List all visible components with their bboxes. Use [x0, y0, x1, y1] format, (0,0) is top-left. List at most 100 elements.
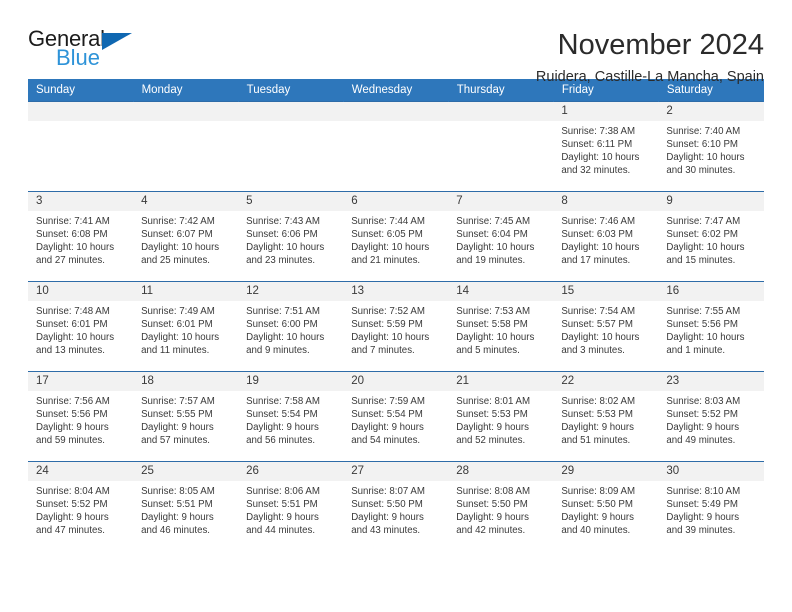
sunset-text: Sunset: 5:53 PM [561, 409, 633, 421]
day-cell-inner: 9 Sunrise: 7:47 AM Sunset: 6:02 PM Daylight… [658, 192, 764, 281]
daylight-text-line1: Daylight: 9 hours [351, 512, 424, 524]
daylight-text-line1: Daylight: 9 hours [36, 422, 109, 434]
day-details: Sunrise: 7:40 AM Sunset: 6:10 PM Daylight:… [658, 121, 763, 177]
day-details: Sunrise: 8:02 AM Sunset: 5:53 PM Daylight:… [553, 391, 658, 447]
daylight-text-line1: Daylight: 9 hours [561, 512, 635, 524]
sunrise-text: Sunrise: 7:53 AM [456, 306, 531, 317]
calendar-day-cell[interactable]: 29 Sunrise: 8:09 AM Sunset: 5:50 PM Dayligh… [553, 461, 659, 551]
calendar-day-cell[interactable]: 18 Sunrise: 7:57 AM Sunset: 5:55 PM Dayligh… [133, 371, 239, 462]
sunrise-text: Sunrise: 8:07 AM [351, 486, 425, 497]
calendar-day-cell[interactable]: 12 Sunrise: 7:51 AM Sunset: 6:00 PM Dayligh… [238, 281, 344, 372]
calendar-day-cell[interactable]: 27 Sunrise: 8:07 AM Sunset: 5:50 PM Dayligh… [343, 461, 449, 551]
sunrise-text: Sunrise: 8:01 AM [456, 396, 531, 407]
daylight-text-line1: Daylight: 9 hours [666, 512, 740, 524]
calendar-day-cell[interactable]: 4 Sunrise: 7:42 AM Sunset: 6:07 PM Daylight… [133, 191, 239, 282]
day-number [343, 102, 449, 121]
calendar-day-cell[interactable]: 28 Sunrise: 8:08 AM Sunset: 5:50 PM Dayligh… [448, 461, 554, 551]
calendar-day-cell[interactable]: 20 Sunrise: 7:59 AM Sunset: 5:54 PM Dayligh… [343, 371, 449, 462]
sunrise-text: Sunrise: 8:03 AM [666, 396, 741, 407]
calendar-day-cell[interactable]: 8 Sunrise: 7:46 AM Sunset: 6:03 PM Daylight… [553, 191, 659, 282]
sunrise-text: Sunrise: 7:47 AM [666, 216, 741, 227]
calendar-day-cell[interactable]: 11 Sunrise: 7:49 AM Sunset: 6:01 PM Dayligh… [133, 281, 239, 372]
sunset-text: Sunset: 5:50 PM [456, 499, 528, 511]
daylight-text-line2: and 49 minutes. [666, 435, 736, 447]
sunset-text: Sunset: 6:00 PM [246, 319, 318, 331]
daylight-text-line1: Daylight: 9 hours [246, 422, 319, 434]
calendar-day-cell[interactable]: 1 Sunrise: 7:38 AM Sunset: 6:11 PM Daylight… [553, 101, 659, 192]
daylight-text-line2: and 46 minutes. [141, 525, 210, 537]
calendar-day-cell[interactable]: 10 Sunrise: 7:48 AM Sunset: 6:01 PM Dayligh… [28, 281, 134, 372]
sunset-text: Sunset: 6:06 PM [246, 229, 318, 241]
calendar-day-cell[interactable]: 22 Sunrise: 8:02 AM Sunset: 5:53 PM Dayligh… [553, 371, 659, 462]
day-number: 8 [553, 192, 659, 211]
day-cell-inner: 19 Sunrise: 7:58 AM Sunset: 5:54 PM Dayligh… [238, 372, 344, 461]
day-details: Sunrise: 7:43 AM Sunset: 6:06 PM Daylight:… [238, 211, 343, 267]
day-details: Sunrise: 7:45 AM Sunset: 6:04 PM Daylight:… [448, 211, 553, 267]
daylight-text-line1: Daylight: 9 hours [141, 422, 214, 434]
daylight-text-line2: and 43 minutes. [351, 525, 421, 537]
calendar-day-cell[interactable]: 26 Sunrise: 8:06 AM Sunset: 5:51 PM Dayligh… [238, 461, 344, 551]
daylight-text-line2: and 15 minutes. [666, 255, 736, 267]
day-cell-inner: 30 Sunrise: 8:10 AM Sunset: 5:49 PM Dayligh… [658, 462, 764, 551]
sunrise-text: Sunrise: 7:58 AM [246, 396, 320, 407]
calendar-day-cell[interactable]: 5 Sunrise: 7:43 AM Sunset: 6:06 PM Daylight… [238, 191, 344, 282]
logo-triangle-icon [102, 33, 132, 50]
calendar-day-cell[interactable]: 16 Sunrise: 7:55 AM Sunset: 5:56 PM Dayligh… [658, 281, 764, 372]
calendar-body: 1 Sunrise: 7:38 AM Sunset: 6:11 PM Daylight… [28, 101, 764, 551]
calendar-day-cell[interactable]: 24 Sunrise: 8:04 AM Sunset: 5:52 PM Dayligh… [28, 461, 134, 551]
sunrise-text: Sunrise: 8:04 AM [36, 486, 110, 497]
day-cell-inner: 16 Sunrise: 7:55 AM Sunset: 5:56 PM Dayligh… [658, 282, 764, 371]
calendar-day-cell[interactable]: 30 Sunrise: 8:10 AM Sunset: 5:49 PM Dayligh… [658, 461, 764, 551]
day-cell-inner: 7 Sunrise: 7:45 AM Sunset: 6:04 PM Daylight… [448, 192, 554, 281]
calendar-day-cell[interactable]: 15 Sunrise: 7:54 AM Sunset: 5:57 PM Dayligh… [553, 281, 659, 372]
calendar-day-cell[interactable]: 21 Sunrise: 8:01 AM Sunset: 5:53 PM Dayligh… [448, 371, 554, 462]
calendar-day-cell[interactable]: 25 Sunrise: 8:05 AM Sunset: 5:51 PM Dayligh… [133, 461, 239, 551]
day-details: Sunrise: 8:03 AM Sunset: 5:52 PM Daylight:… [658, 391, 763, 447]
calendar-day-cell[interactable]: 9 Sunrise: 7:47 AM Sunset: 6:02 PM Daylight… [658, 191, 764, 282]
sunset-text: Sunset: 5:56 PM [36, 409, 108, 421]
sunset-text: Sunset: 6:03 PM [561, 229, 633, 241]
day-cell-inner: 23 Sunrise: 8:03 AM Sunset: 5:52 PM Dayligh… [658, 372, 764, 461]
daylight-text-line2: and 9 minutes. [246, 345, 310, 357]
sunrise-text: Sunrise: 7:44 AM [351, 216, 425, 227]
calendar-day-cell[interactable]: 13 Sunrise: 7:52 AM Sunset: 5:59 PM Dayligh… [343, 281, 449, 372]
sunset-text: Sunset: 5:49 PM [666, 499, 738, 511]
calendar-day-cell[interactable]: 2 Sunrise: 7:40 AM Sunset: 6:10 PM Daylight… [658, 101, 764, 192]
daylight-text-line2: and 23 minutes. [246, 255, 316, 267]
calendar-day-cell[interactable]: 7 Sunrise: 7:45 AM Sunset: 6:04 PM Daylight… [448, 191, 554, 282]
daylight-text-line1: Daylight: 9 hours [456, 422, 529, 434]
general-blue-logo[interactable]: General Blue [28, 28, 148, 74]
calendar-day-cell[interactable]: 19 Sunrise: 7:58 AM Sunset: 5:54 PM Dayligh… [238, 371, 344, 462]
calendar-cell-empty [343, 101, 449, 192]
day-cell-inner: 15 Sunrise: 7:54 AM Sunset: 5:57 PM Dayligh… [553, 282, 659, 371]
daylight-text-line1: Daylight: 10 hours [666, 332, 745, 344]
day-cell-inner: 28 Sunrise: 8:08 AM Sunset: 5:50 PM Dayligh… [448, 462, 554, 551]
sunset-text: Sunset: 6:10 PM [666, 139, 738, 151]
sunset-text: Sunset: 5:55 PM [141, 409, 213, 421]
day-number [238, 102, 344, 121]
calendar-cell-empty [133, 101, 239, 192]
day-details: Sunrise: 7:56 AM Sunset: 5:56 PM Daylight:… [28, 391, 133, 447]
calendar-day-cell[interactable]: 23 Sunrise: 8:03 AM Sunset: 5:52 PM Dayligh… [658, 371, 764, 462]
calendar-day-cell[interactable]: 17 Sunrise: 7:56 AM Sunset: 5:56 PM Dayligh… [28, 371, 134, 462]
sunset-text: Sunset: 5:53 PM [456, 409, 528, 421]
daylight-text-line1: Daylight: 10 hours [561, 332, 640, 344]
day-details: Sunrise: 7:42 AM Sunset: 6:07 PM Daylight:… [133, 211, 238, 267]
day-number: 12 [238, 282, 344, 301]
calendar-cell-empty [448, 101, 554, 192]
calendar-day-cell[interactable]: 6 Sunrise: 7:44 AM Sunset: 6:05 PM Daylight… [343, 191, 449, 282]
title-block: November 2024 Ruidera, Castille-La Manch… [536, 28, 764, 86]
sunset-text: Sunset: 5:52 PM [36, 499, 108, 511]
sunrise-text: Sunrise: 7:56 AM [36, 396, 110, 407]
calendar-day-cell[interactable]: 3 Sunrise: 7:41 AM Sunset: 6:08 PM Daylight… [28, 191, 134, 282]
day-cell-inner: 6 Sunrise: 7:44 AM Sunset: 6:05 PM Daylight… [343, 192, 449, 281]
calendar-cell-empty [28, 101, 134, 192]
day-details: Sunrise: 7:59 AM Sunset: 5:54 PM Daylight:… [343, 391, 448, 447]
calendar-day-cell[interactable]: 14 Sunrise: 7:53 AM Sunset: 5:58 PM Dayligh… [448, 281, 554, 372]
day-number: 5 [238, 192, 344, 211]
daylight-text-line2: and 27 minutes. [36, 255, 105, 267]
day-details: Sunrise: 7:52 AM Sunset: 5:59 PM Daylight:… [343, 301, 448, 357]
day-number: 30 [658, 462, 764, 481]
sunrise-text: Sunrise: 8:08 AM [456, 486, 531, 497]
sunset-text: Sunset: 6:01 PM [36, 319, 108, 331]
